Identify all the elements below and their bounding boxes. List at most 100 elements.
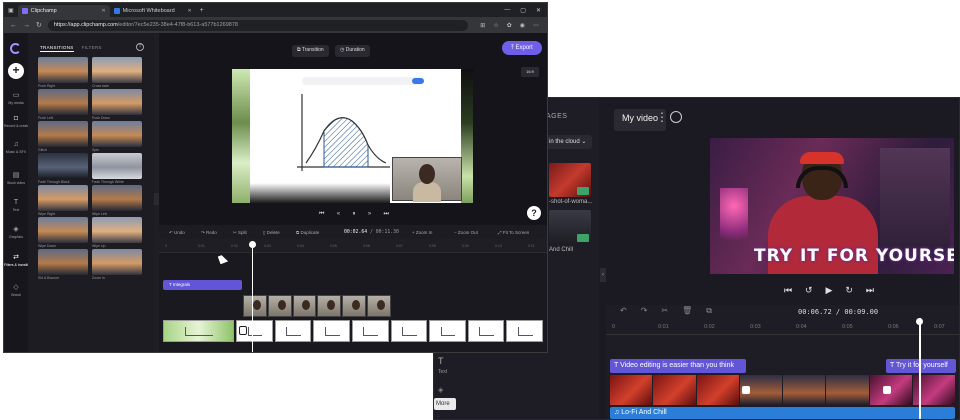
playhead[interactable] xyxy=(916,318,922,419)
rail-item[interactable]: ◘ Record & create xyxy=(4,115,29,128)
rewind-5-icon[interactable]: ↺ xyxy=(805,285,813,296)
export-button[interactable]: ⤒ Export xyxy=(502,41,542,55)
tab-transitions[interactable]: TRANSITIONS xyxy=(40,45,74,52)
fit-to-screen-button[interactable]: ⤢ Fit To Screen xyxy=(498,230,529,235)
text-clip[interactable]: T Video editing is easier than you think xyxy=(610,359,746,373)
forward-5-icon[interactable]: ↻ xyxy=(845,285,853,296)
zoom-in-button[interactable]: + Zoom In xyxy=(412,230,432,235)
undo-button[interactable]: ↶ Undo xyxy=(169,230,185,236)
overlay-clip[interactable] xyxy=(342,295,367,317)
tab-filters[interactable]: FILTERS xyxy=(82,45,102,52)
forward-arrow-icon[interactable]: → xyxy=(23,22,30,29)
media-tab-label[interactable]: AGES xyxy=(546,113,567,120)
rail-item[interactable]: ▭ My media xyxy=(4,91,28,105)
text-clip[interactable]: T Integrals xyxy=(163,280,242,290)
overlay-clip[interactable] xyxy=(317,295,342,317)
duplicate-icon[interactable]: ⧉ xyxy=(706,306,712,316)
transition-marker-icon[interactable] xyxy=(883,386,891,394)
favorite-icon[interactable]: ☆ xyxy=(493,22,498,29)
skip-back-icon[interactable]: ⏮ xyxy=(784,285,792,296)
zoom-out-button[interactable]: − Zoom Out xyxy=(454,230,478,235)
duration-button[interactable]: ◷ Duration xyxy=(335,45,370,57)
rail-item[interactable]: T Text xyxy=(4,199,28,212)
transition-card[interactable]: Wipe Up xyxy=(92,217,142,249)
skip-back-icon[interactable]: ⏮ xyxy=(319,211,324,218)
help-button[interactable]: ? xyxy=(527,206,541,220)
video-clip[interactable] xyxy=(163,320,235,342)
rail-item[interactable]: ◈ Graphics xyxy=(4,225,28,239)
transition-card[interactable]: Zoom In xyxy=(92,249,142,281)
transition-card[interactable]: Push Right xyxy=(38,57,88,89)
redo-icon[interactable]: ↷ xyxy=(641,306,648,316)
overlay-clip[interactable] xyxy=(267,295,292,317)
close-window-icon[interactable]: ✕ xyxy=(536,7,541,14)
extensions-icon[interactable]: ✿ xyxy=(507,22,512,29)
panel-help-icon[interactable]: ? xyxy=(136,43,144,51)
video-clip[interactable] xyxy=(653,375,696,405)
maximize-icon[interactable]: ▢ xyxy=(520,7,526,14)
pause-icon[interactable]: ⏸ xyxy=(352,211,355,218)
transition-card[interactable]: Wipe Left xyxy=(92,185,142,217)
rail-item[interactable]: ⇄ Filters & transitions xyxy=(4,253,34,267)
transition-card[interactable]: Wipe Down xyxy=(38,217,88,249)
video-clip[interactable] xyxy=(506,320,543,342)
graphics-icon[interactable]: ◈ xyxy=(438,386,443,394)
rail-item[interactable]: ▤ Stock video xyxy=(4,171,28,185)
video-clip[interactable] xyxy=(351,320,389,342)
close-tab-icon[interactable]: ✕ xyxy=(101,8,105,14)
more-button[interactable]: More ⌄ xyxy=(434,398,456,419)
undo-icon[interactable]: ↶ xyxy=(620,306,627,316)
audio-clip[interactable]: ♫ Lo-Fi And Chill xyxy=(610,407,955,419)
rewind-icon[interactable]: « xyxy=(337,211,340,218)
video-clip[interactable] xyxy=(313,320,350,342)
reload-icon[interactable]: ↻ xyxy=(36,21,42,29)
transition-card[interactable]: Push Left xyxy=(38,89,88,121)
transition-card[interactable]: Spin xyxy=(92,121,142,153)
tab-clipchamp[interactable]: Clipchamp ✕ xyxy=(17,5,110,17)
transition-card[interactable]: Glitch xyxy=(38,121,88,153)
overlay-clip[interactable] xyxy=(243,295,267,317)
text-clip[interactable]: T Try it for yourself xyxy=(886,359,956,373)
transition-card[interactable]: Fade Through Black xyxy=(38,153,88,185)
more-options-icon[interactable]: ⋮ xyxy=(656,110,668,124)
playhead[interactable] xyxy=(249,241,256,352)
new-tab-icon[interactable]: + xyxy=(200,7,204,14)
skip-forward-icon[interactable]: ⏭ xyxy=(384,211,389,218)
tab-actions-icon[interactable]: ▣ xyxy=(8,7,14,14)
delete-icon[interactable]: 🗑 xyxy=(682,306,692,316)
video-clip[interactable] xyxy=(826,375,869,405)
profile-icon[interactable]: ◉ xyxy=(520,22,525,29)
play-icon[interactable]: ▶ xyxy=(826,285,833,296)
rail-item[interactable]: ◇ Brand xyxy=(4,283,28,297)
transition-card[interactable]: Fade Through White xyxy=(92,153,142,185)
cloud-sync-icon[interactable] xyxy=(670,111,682,123)
collapse-panel-button[interactable]: ‹ xyxy=(600,268,606,282)
transition-card[interactable]: Cross fade xyxy=(92,57,142,89)
media-thumbnail[interactable] xyxy=(549,210,591,244)
add-media-button[interactable]: + xyxy=(8,63,24,79)
close-tab-icon[interactable]: ✕ xyxy=(187,8,191,14)
aspect-ratio-button[interactable]: 16:9 xyxy=(521,67,539,77)
text-icon[interactable]: T xyxy=(438,356,444,366)
skip-forward-icon[interactable]: ⏭ xyxy=(866,285,874,296)
transition-marker-icon[interactable] xyxy=(742,386,750,394)
cloud-filter-dropdown[interactable]: in the cloud ⌄ xyxy=(546,135,592,149)
video-clip[interactable] xyxy=(610,375,653,405)
fast-forward-icon[interactable]: » xyxy=(368,211,371,218)
url-input[interactable]: https://app.clipchamp.com/editor/7ec5e23… xyxy=(47,19,468,31)
transition-button[interactable]: ⧉ Transition xyxy=(292,45,329,57)
transition-card[interactable]: Push Down xyxy=(92,89,142,121)
timeline-ruler[interactable]: 0 0:01 0:02 0:03 0:04 0:05 0:06 0:07 xyxy=(606,321,959,335)
video-clip[interactable] xyxy=(274,320,312,342)
transition-card[interactable]: Wipe Right xyxy=(38,185,88,217)
video-clip[interactable] xyxy=(783,375,826,405)
minimize-icon[interactable]: — xyxy=(504,7,510,14)
overlay-clip[interactable] xyxy=(367,295,391,317)
transition-marker-icon[interactable] xyxy=(239,326,247,335)
video-clip[interactable] xyxy=(390,320,428,342)
redo-button[interactable]: ↷ Redo xyxy=(201,230,217,236)
rail-item[interactable]: ♫ Music & SFX xyxy=(4,141,28,154)
duplicate-button[interactable]: ⧉ Duplicate xyxy=(296,230,319,235)
media-thumbnail[interactable] xyxy=(549,163,591,197)
video-clip[interactable] xyxy=(696,375,739,405)
